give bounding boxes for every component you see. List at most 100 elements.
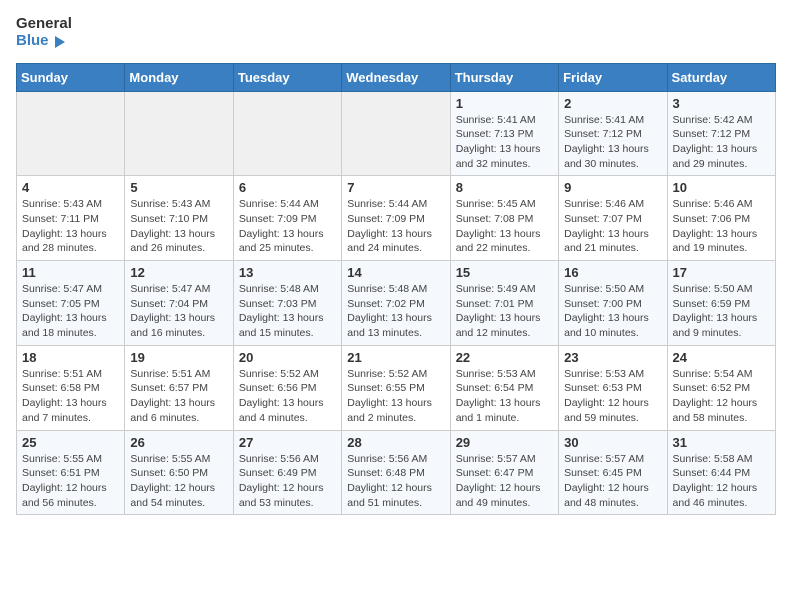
calendar-cell: 9Sunrise: 5:46 AM Sunset: 7:07 PM Daylig… xyxy=(559,176,667,261)
day-info: Sunrise: 5:57 AM Sunset: 6:45 PM Dayligh… xyxy=(564,452,661,511)
day-info: Sunrise: 5:45 AM Sunset: 7:08 PM Dayligh… xyxy=(456,197,553,256)
day-info: Sunrise: 5:48 AM Sunset: 7:02 PM Dayligh… xyxy=(347,282,444,341)
header-cell-wednesday: Wednesday xyxy=(342,63,450,91)
day-number: 13 xyxy=(239,265,336,280)
calendar-week-row: 4 Sunrise: 5:43 AM Sunset: 7:11 PM Daylig… xyxy=(17,176,776,261)
calendar-cell: 29 Sunrise: 5:57 AM Sunset: 6:47 PM Dayli… xyxy=(450,430,558,515)
calendar-body: 1 Sunrise: 5:41 AM Sunset: 7:13 PM Daylig… xyxy=(17,91,776,515)
calendar-week-row: 25 Sunrise: 5:55 AM Sunset: 6:51 PM Dayli… xyxy=(17,430,776,515)
calendar-cell: 4 Sunrise: 5:43 AM Sunset: 7:11 PM Daylig… xyxy=(17,176,125,261)
calendar-cell: 3Sunrise: 5:42 AM Sunset: 7:12 PM Daylig… xyxy=(667,91,775,176)
day-number: 21 xyxy=(347,350,444,365)
day-number: 17 xyxy=(673,265,770,280)
day-number: 20 xyxy=(239,350,336,365)
day-number: 7 xyxy=(347,180,444,195)
day-number: 4 xyxy=(22,180,119,195)
calendar-cell: 22 Sunrise: 5:53 AM Sunset: 6:54 PM Dayli… xyxy=(450,345,558,430)
calendar-cell: 1 Sunrise: 5:41 AM Sunset: 7:13 PM Daylig… xyxy=(450,91,558,176)
logo-line1: General xyxy=(16,16,72,33)
day-number: 19 xyxy=(130,350,227,365)
day-info: Sunrise: 5:55 AM Sunset: 6:51 PM Dayligh… xyxy=(22,452,119,511)
calendar-cell: 7 Sunrise: 5:44 AM Sunset: 7:09 PM Daylig… xyxy=(342,176,450,261)
day-info: Sunrise: 5:43 AM Sunset: 7:10 PM Dayligh… xyxy=(130,197,227,256)
calendar-cell: 23 Sunrise: 5:53 AM Sunset: 6:53 PM Dayli… xyxy=(559,345,667,430)
day-number: 23 xyxy=(564,350,661,365)
calendar-cell xyxy=(342,91,450,176)
day-number: 2 xyxy=(564,96,661,111)
calendar-cell: 12 Sunrise: 5:47 AM Sunset: 7:04 PM Dayli… xyxy=(125,261,233,346)
day-info: Sunrise: 5:53 AM Sunset: 6:54 PM Dayligh… xyxy=(456,367,553,426)
header-cell-saturday: Saturday xyxy=(667,63,775,91)
day-number: 12 xyxy=(130,265,227,280)
calendar-cell: 8 Sunrise: 5:45 AM Sunset: 7:08 PM Daylig… xyxy=(450,176,558,261)
day-info: Sunrise: 5:57 AM Sunset: 6:47 PM Dayligh… xyxy=(456,452,553,511)
logo-line2: Blue xyxy=(16,33,72,51)
day-number: 29 xyxy=(456,435,553,450)
day-info: Sunrise: 5:43 AM Sunset: 7:11 PM Dayligh… xyxy=(22,197,119,256)
calendar-cell: 31 Sunrise: 5:58 AM Sunset: 6:44 PM Dayli… xyxy=(667,430,775,515)
calendar-cell: 30 Sunrise: 5:57 AM Sunset: 6:45 PM Dayli… xyxy=(559,430,667,515)
day-info: Sunrise: 5:52 AM Sunset: 6:56 PM Dayligh… xyxy=(239,367,336,426)
header-cell-sunday: Sunday xyxy=(17,63,125,91)
day-number: 28 xyxy=(347,435,444,450)
calendar-cell: 10 Sunrise: 5:46 AM Sunset: 7:06 PM Dayli… xyxy=(667,176,775,261)
day-info: Sunrise: 5:41 AM Sunset: 7:13 PM Dayligh… xyxy=(456,113,553,172)
calendar-cell: 17 Sunrise: 5:50 AM Sunset: 6:59 PM Dayli… xyxy=(667,261,775,346)
day-info: Sunrise: 5:51 AM Sunset: 6:58 PM Dayligh… xyxy=(22,367,119,426)
day-number: 31 xyxy=(673,435,770,450)
day-number: 5 xyxy=(130,180,227,195)
day-info: Sunrise: 5:56 AM Sunset: 6:48 PM Dayligh… xyxy=(347,452,444,511)
day-info: Sunrise: 5:50 AM Sunset: 7:00 PM Dayligh… xyxy=(564,282,661,341)
day-number: 16 xyxy=(564,265,661,280)
day-number: 6 xyxy=(239,180,336,195)
calendar-cell: 18Sunrise: 5:51 AM Sunset: 6:58 PM Dayli… xyxy=(17,345,125,430)
day-number: 15 xyxy=(456,265,553,280)
day-number: 8 xyxy=(456,180,553,195)
calendar-cell: 15Sunrise: 5:49 AM Sunset: 7:01 PM Dayli… xyxy=(450,261,558,346)
day-info: Sunrise: 5:46 AM Sunset: 7:06 PM Dayligh… xyxy=(673,197,770,256)
day-info: Sunrise: 5:51 AM Sunset: 6:57 PM Dayligh… xyxy=(130,367,227,426)
day-info: Sunrise: 5:58 AM Sunset: 6:44 PM Dayligh… xyxy=(673,452,770,511)
day-info: Sunrise: 5:53 AM Sunset: 6:53 PM Dayligh… xyxy=(564,367,661,426)
calendar-cell: 11Sunrise: 5:47 AM Sunset: 7:05 PM Dayli… xyxy=(17,261,125,346)
header-row: SundayMondayTuesdayWednesdayThursdayFrid… xyxy=(17,63,776,91)
day-info: Sunrise: 5:50 AM Sunset: 6:59 PM Dayligh… xyxy=(673,282,770,341)
calendar-cell: 16 Sunrise: 5:50 AM Sunset: 7:00 PM Dayli… xyxy=(559,261,667,346)
day-info: Sunrise: 5:47 AM Sunset: 7:04 PM Dayligh… xyxy=(130,282,227,341)
day-info: Sunrise: 5:52 AM Sunset: 6:55 PM Dayligh… xyxy=(347,367,444,426)
day-number: 27 xyxy=(239,435,336,450)
calendar-cell: 25 Sunrise: 5:55 AM Sunset: 6:51 PM Dayli… xyxy=(17,430,125,515)
day-info: Sunrise: 5:56 AM Sunset: 6:49 PM Dayligh… xyxy=(239,452,336,511)
day-number: 22 xyxy=(456,350,553,365)
calendar-cell: 5 Sunrise: 5:43 AM Sunset: 7:10 PM Daylig… xyxy=(125,176,233,261)
calendar-cell xyxy=(233,91,341,176)
day-info: Sunrise: 5:44 AM Sunset: 7:09 PM Dayligh… xyxy=(347,197,444,256)
calendar-week-row: 11Sunrise: 5:47 AM Sunset: 7:05 PM Dayli… xyxy=(17,261,776,346)
calendar-cell: 14Sunrise: 5:48 AM Sunset: 7:02 PM Dayli… xyxy=(342,261,450,346)
page-header: General Blue xyxy=(16,16,776,51)
calendar-cell: 13Sunrise: 5:48 AM Sunset: 7:03 PM Dayli… xyxy=(233,261,341,346)
header-cell-thursday: Thursday xyxy=(450,63,558,91)
day-number: 10 xyxy=(673,180,770,195)
day-number: 25 xyxy=(22,435,119,450)
header-cell-tuesday: Tuesday xyxy=(233,63,341,91)
calendar-table: SundayMondayTuesdayWednesdayThursdayFrid… xyxy=(16,63,776,516)
calendar-cell: 6Sunrise: 5:44 AM Sunset: 7:09 PM Daylig… xyxy=(233,176,341,261)
logo-text: General Blue xyxy=(16,16,72,51)
logo-arrow-icon xyxy=(51,33,69,51)
calendar-week-row: 1 Sunrise: 5:41 AM Sunset: 7:13 PM Daylig… xyxy=(17,91,776,176)
day-info: Sunrise: 5:42 AM Sunset: 7:12 PM Dayligh… xyxy=(673,113,770,172)
calendar-header: SundayMondayTuesdayWednesdayThursdayFrid… xyxy=(17,63,776,91)
day-number: 1 xyxy=(456,96,553,111)
header-cell-friday: Friday xyxy=(559,63,667,91)
day-number: 30 xyxy=(564,435,661,450)
header-cell-monday: Monday xyxy=(125,63,233,91)
day-info: Sunrise: 5:47 AM Sunset: 7:05 PM Dayligh… xyxy=(22,282,119,341)
calendar-cell: 28 Sunrise: 5:56 AM Sunset: 6:48 PM Dayli… xyxy=(342,430,450,515)
day-number: 26 xyxy=(130,435,227,450)
day-info: Sunrise: 5:55 AM Sunset: 6:50 PM Dayligh… xyxy=(130,452,227,511)
calendar-cell: 27 Sunrise: 5:56 AM Sunset: 6:49 PM Dayli… xyxy=(233,430,341,515)
day-info: Sunrise: 5:54 AM Sunset: 6:52 PM Dayligh… xyxy=(673,367,770,426)
logo: General Blue xyxy=(16,16,72,51)
calendar-cell: 26 Sunrise: 5:55 AM Sunset: 6:50 PM Dayli… xyxy=(125,430,233,515)
